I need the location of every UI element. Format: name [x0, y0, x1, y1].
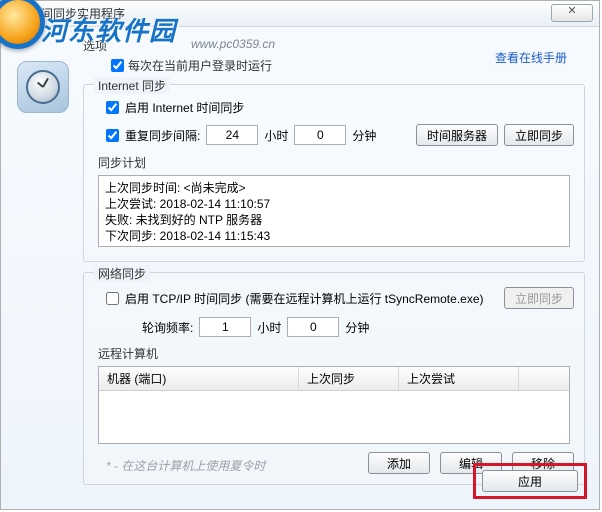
plan-line: 失败: 未找到好的 NTP 服务器 — [105, 212, 563, 228]
table-header: 机器 (端口) 上次同步 上次尝试 — [99, 367, 569, 391]
enable-internet-sync-label: 启用 Internet 时间同步 — [125, 99, 244, 116]
network-minutes-input[interactable] — [287, 317, 339, 337]
col-last-sync: 上次同步 — [299, 367, 399, 390]
run-on-login-checkbox[interactable] — [111, 59, 124, 72]
hours-unit: 小时 — [257, 319, 281, 336]
internet-sync-legend: Internet 同步 — [94, 77, 170, 94]
plan-line: 上次同步时间: <尚未完成> — [105, 180, 563, 196]
plan-line: 下次同步: 2018-02-14 11:15:43 — [105, 228, 563, 244]
poll-rate-label: 轮询频率: — [142, 319, 193, 336]
minutes-unit: 分钟 — [352, 127, 376, 144]
col-machine: 机器 (端口) — [99, 367, 299, 390]
repeat-interval-label: 重复同步间隔: — [125, 127, 200, 144]
internet-minutes-input[interactable] — [294, 125, 346, 145]
apply-highlight: 应用 — [473, 463, 587, 499]
enable-tcpip-sync-label: 启用 TCP/IP 时间同步 (需要在远程计算机上运行 tSyncRemote.… — [125, 290, 484, 307]
repeat-interval-checkbox[interactable] — [106, 129, 119, 142]
watermark-url: www.pc0359.cn — [191, 37, 275, 51]
close-icon: ✕ — [567, 5, 576, 17]
hours-unit: 小时 — [264, 127, 288, 144]
apply-button[interactable]: 应用 — [482, 470, 578, 492]
col-last-attempt: 上次尝试 — [399, 367, 519, 390]
internet-sync-group: Internet 同步 启用 Internet 时间同步 重复同步间隔: 小时 … — [83, 84, 585, 262]
table-body — [99, 391, 569, 443]
remote-computers-table[interactable]: 机器 (端口) 上次同步 上次尝试 — [98, 366, 570, 444]
internet-hours-input[interactable] — [206, 125, 258, 145]
close-button[interactable]: ✕ — [551, 4, 593, 22]
online-manual-link[interactable]: 查看在线手册 — [495, 49, 567, 66]
internet-sync-now-button[interactable]: 立即同步 — [504, 124, 574, 146]
network-sync-now-button[interactable]: 立即同步 — [504, 287, 574, 309]
add-button[interactable]: 添加 — [368, 452, 430, 474]
window: 时间同步实用程序 ✕ 河东软件园 www.pc0359.cn 选项 每次在当前用… — [0, 0, 600, 510]
network-hours-input[interactable] — [199, 317, 251, 337]
enable-internet-sync-checkbox[interactable] — [106, 101, 119, 114]
watermark-brand: 河东软件园 — [41, 11, 176, 48]
remote-computers-legend: 远程计算机 — [98, 345, 574, 362]
time-server-button[interactable]: 时间服务器 — [416, 124, 498, 146]
run-on-login-label: 每次在当前用户登录时运行 — [128, 57, 272, 74]
dst-note: * - 在这台计算机上使用夏令时 — [106, 457, 265, 474]
network-sync-legend: 网络同步 — [94, 265, 150, 282]
sync-plan-legend: 同步计划 — [98, 154, 574, 171]
network-sync-group: 网络同步 启用 TCP/IP 时间同步 (需要在远程计算机上运行 tSyncRe… — [83, 272, 585, 485]
minutes-unit: 分钟 — [345, 319, 369, 336]
app-clock-icon — [17, 61, 69, 113]
sync-plan-box: 上次同步时间: <尚未完成> 上次尝试: 2018-02-14 11:10:57… — [98, 175, 570, 247]
watermark-logo — [0, 0, 45, 49]
enable-tcpip-sync-checkbox[interactable] — [106, 292, 119, 305]
content-area: 选项 每次在当前用户登录时运行 查看在线手册 Internet 同步 启用 In… — [83, 37, 585, 485]
plan-line: 上次尝试: 2018-02-14 11:10:57 — [105, 196, 563, 212]
